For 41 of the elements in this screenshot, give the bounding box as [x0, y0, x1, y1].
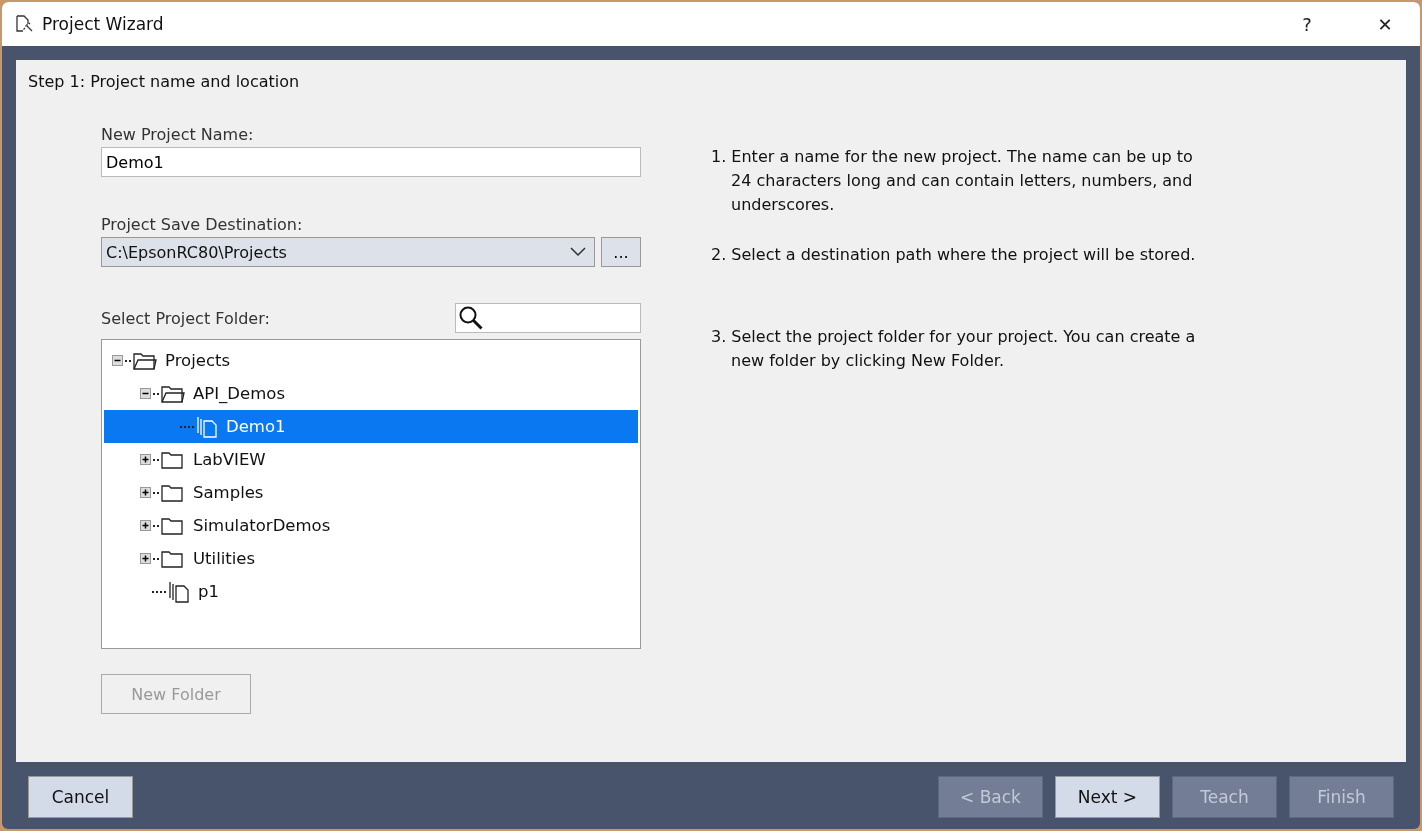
- folder-icon: [161, 483, 185, 502]
- close-button[interactable]: ✕: [1350, 2, 1420, 46]
- instruction-text: 2. Select a destination path where the project will be stored.: [711, 244, 1197, 266]
- search-field[interactable]: [455, 303, 641, 333]
- tree-item[interactable]: p1: [104, 575, 638, 608]
- search-icon: [458, 305, 484, 331]
- plus-icon[interactable]: [140, 454, 151, 465]
- window-title: Project Wizard: [42, 14, 164, 34]
- destination-dropdown[interactable]: C:\EpsonRC80\Projects: [101, 237, 595, 267]
- instruction-text: 1. Enter a name for the new project. The name can be up to 24 characters long and can contain letters, numbers, and underscores.: [711, 146, 1194, 216]
- step-title: Step 1: Project name and location: [28, 72, 301, 91]
- project-name-field[interactable]: Demo1: [101, 147, 641, 177]
- folder-icon: [161, 516, 185, 535]
- plus-icon[interactable]: [140, 487, 151, 498]
- field-label: Project Save Destination:: [101, 215, 304, 234]
- folder-icon: [161, 450, 185, 469]
- folder-icon: [161, 549, 185, 568]
- tree-item[interactable]: LabVIEW: [104, 443, 638, 476]
- field-label: Select Project Folder:: [101, 308, 270, 328]
- wizard-button[interactable]: Cancel: [28, 776, 133, 818]
- browse-button[interactable]: ...: [601, 237, 641, 267]
- chevron-down-icon: [570, 247, 586, 257]
- folder-icon: [161, 384, 185, 403]
- field-label: New Project Name:: [101, 125, 255, 144]
- instruction-text: 3. Select the project folder for your project. You can create a new folder by clicking New Folder.: [711, 326, 1197, 372]
- plus-icon[interactable]: [140, 520, 151, 531]
- wizard-button[interactable]: Next >: [1055, 776, 1160, 818]
- documents-icon: [168, 580, 190, 603]
- tree-item[interactable]: SimulatorDemos: [104, 509, 638, 542]
- tree-item[interactable]: Utilities: [104, 542, 638, 575]
- tree-item[interactable]: Demo1: [104, 410, 638, 443]
- tree-item[interactable]: API_Demos: [104, 377, 638, 410]
- minus-icon[interactable]: [112, 355, 123, 366]
- tree-item[interactable]: Projects: [104, 344, 638, 377]
- wizard-icon: [14, 14, 34, 34]
- plus-icon[interactable]: [140, 553, 151, 564]
- folder-icon: [133, 351, 157, 370]
- minus-icon[interactable]: [140, 388, 151, 399]
- help-button[interactable]: ?: [1272, 2, 1342, 46]
- tree-item[interactable]: Samples: [104, 476, 638, 509]
- documents-icon: [196, 415, 218, 438]
